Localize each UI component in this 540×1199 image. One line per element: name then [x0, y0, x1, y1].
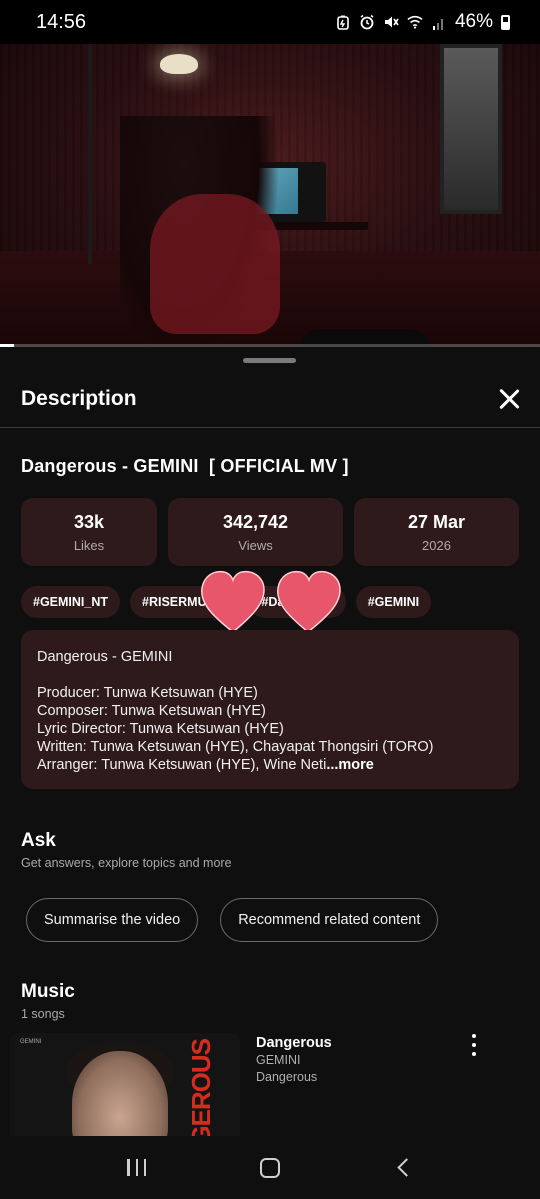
ask-section-title: Ask [21, 830, 56, 851]
hashtag-chip[interactable]: #Dangerous [249, 586, 346, 618]
description-line: Producer: Tunwa Ketsuwan (HYE) [37, 685, 258, 701]
status-bar: 14:56 46% [0, 0, 540, 44]
battery-saver-icon [335, 14, 351, 30]
video-window [440, 44, 502, 214]
battery-percent: 46% [454, 11, 493, 32]
home-icon [259, 1157, 280, 1178]
views-label: Views [238, 538, 273, 553]
system-nav-bar [0, 1136, 540, 1199]
kebab-dot [472, 1034, 476, 1038]
description-line-last: Arranger: Tunwa Ketsuwan (HYE), Wine Net… [37, 756, 503, 774]
hashtag-chip[interactable]: #RISERMUSIC [130, 586, 240, 618]
back-button[interactable] [383, 1148, 423, 1188]
description-sheet: Description Dangerous - GEMINI [ OFFICIA… [0, 348, 540, 1136]
likes-label: Likes [73, 538, 105, 553]
wifi-icon [407, 14, 423, 30]
description-line: Lyric Director: Tunwa Ketsuwan (HYE) [37, 721, 284, 737]
date-value: 27 Mar [407, 512, 466, 532]
music-section-title: Music [21, 981, 75, 1002]
song-artist: GEMINI [256, 1053, 301, 1067]
more-link[interactable]: ...more [326, 757, 374, 773]
video-figure-body [150, 194, 280, 334]
song-album: Dangerous [256, 1070, 318, 1084]
recents-button[interactable] [117, 1148, 157, 1188]
video-lamp-pole [88, 44, 92, 264]
song-name[interactable]: Dangerous [256, 1035, 332, 1051]
home-button[interactable] [250, 1148, 290, 1188]
sheet-drag-handle[interactable] [243, 358, 296, 363]
views-stat: 342,742 Views [168, 498, 343, 566]
description-line: Written: Tunwa Ketsuwan (HYE), Chayapat … [37, 739, 434, 755]
status-time: 14:56 [36, 10, 87, 33]
description-line: Composer: Tunwa Ketsuwan (HYE) [37, 703, 266, 719]
likes-stat: 33k Likes [21, 498, 157, 566]
song-thumbnail[interactable]: GEMINI DANGEROUS [10, 1033, 240, 1136]
thumbnail-title-text: DANGEROUS [186, 1039, 216, 1136]
date-year: 2026 [422, 538, 451, 553]
description-box[interactable]: Dangerous - GEMINI Producer: Tunwa Ketsu… [21, 630, 519, 789]
more-options-icon[interactable] [466, 1034, 482, 1056]
hashtag-chip[interactable]: #GEMINI_NT [21, 586, 121, 618]
music-section-subtitle: 1 songs [21, 1007, 65, 1021]
likes-value: 33k [73, 512, 105, 532]
video-lamp [160, 54, 198, 74]
video-player[interactable] [0, 44, 540, 346]
video-progress-fill [0, 344, 14, 347]
mute-icon [383, 14, 399, 30]
video-progress-bar[interactable] [0, 344, 540, 347]
kebab-dot [472, 1043, 476, 1047]
sheet-header: Description [0, 370, 540, 428]
summarise-video-button[interactable]: Summarise the video [26, 898, 199, 942]
hashtag-chip[interactable]: #GEMINI [355, 586, 432, 618]
ask-buttons: Summarise the video Recommend related co… [26, 898, 439, 942]
ask-section-subtitle: Get answers, explore topics and more [21, 856, 232, 870]
signal-icon [431, 14, 447, 30]
back-icon [397, 1158, 416, 1177]
description-line: Dangerous - GEMINI [37, 649, 173, 665]
thumbnail-small-label: GEMINI [20, 1039, 42, 1045]
battery-icon [501, 14, 510, 30]
hashtag-row: #GEMINI_NT #RISERMUSIC #Dangerous #GEMIN… [21, 586, 432, 618]
date-stat: 27 Mar 2026 [354, 498, 519, 566]
recents-icon [127, 1159, 146, 1176]
status-icons: 46% [335, 11, 510, 33]
description-line-text: Arranger: Tunwa Ketsuwan (HYE), Wine Net… [37, 757, 327, 773]
close-icon[interactable] [498, 388, 520, 410]
views-value: 342,742 [222, 512, 289, 532]
kebab-dot [472, 1052, 476, 1056]
video-title: Dangerous - GEMINI [ OFFICIAL MV ] [21, 456, 349, 476]
alarm-icon [359, 14, 375, 30]
stats-row: 33k Likes 342,742 Views 27 Mar 2026 [21, 498, 519, 566]
sheet-title: Description [21, 386, 137, 410]
recommend-content-button[interactable]: Recommend related content [220, 898, 439, 942]
